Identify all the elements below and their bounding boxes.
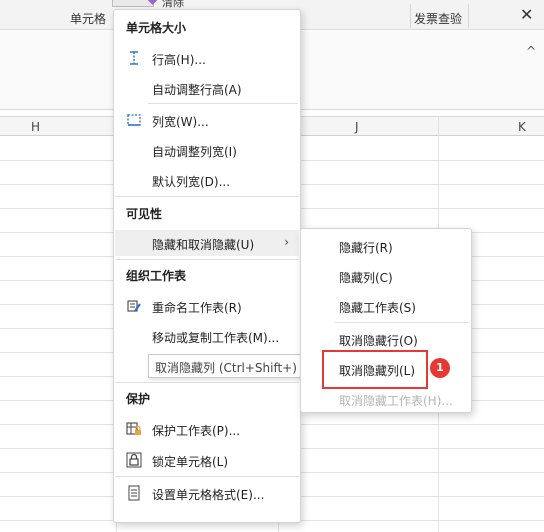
menu-divider [335, 322, 469, 323]
submenu-item-label: 隐藏行(R) [339, 241, 393, 255]
menu-item-rename-sheet[interactable]: 重命名工作表(R) [115, 293, 299, 319]
cells-group-label: 单元格 [70, 12, 107, 26]
submenu-item-hide-sheet[interactable]: 隐藏工作表(S) [302, 293, 470, 319]
column-header-j[interactable]: J [355, 120, 359, 134]
submenu-item-hide-rows[interactable]: 隐藏行(R) [302, 233, 470, 259]
protect-sheet-icon [126, 421, 142, 437]
group-divider [410, 4, 411, 28]
menu-divider [148, 103, 298, 104]
menu-item-label: 锁定单元格(L) [152, 455, 229, 469]
format-cells-icon [126, 485, 142, 501]
column-header-k[interactable]: K [518, 120, 526, 134]
menu-divider [115, 476, 299, 477]
menu-item-lock-cell[interactable]: 锁定单元格(L) [115, 447, 299, 473]
hide-unhide-submenu: 隐藏行(R) 隐藏列(C) 隐藏工作表(S) 取消隐藏行(O) 取消隐藏列(L)… [300, 228, 472, 413]
menu-item-label: 重命名工作表(R) [152, 301, 242, 315]
menu-item-default-width[interactable]: 默认列宽(D)... [115, 167, 299, 193]
menu-item-autofit-col[interactable]: 自动调整列宽(I) [115, 137, 299, 163]
invoice-check-label[interactable]: 发票查验 [414, 10, 462, 27]
submenu-item-label: 隐藏列(C) [339, 271, 393, 285]
menu-item-label: 移动或复制工作表(M)... [152, 331, 280, 345]
column-header-h[interactable]: H [31, 120, 40, 134]
submenu-item-hide-cols[interactable]: 隐藏列(C) [302, 263, 470, 289]
menu-item-row-height[interactable]: 行高(H)... [115, 45, 299, 71]
submenu-item-label: 取消隐藏行(O) [339, 334, 418, 348]
submenu-item-unhide-rows[interactable]: 取消隐藏行(O) [302, 326, 470, 352]
menu-item-label: 行高(H)... [152, 53, 206, 67]
menu-item-label: 自动调整行高(A) [152, 83, 242, 97]
menu-item-label: 设置单元格格式(E)... [152, 488, 265, 502]
submenu-item-label: 取消隐藏工作表(H)... [339, 394, 453, 408]
menu-item-col-width[interactable]: 列宽(W)... [115, 107, 299, 133]
lock-icon [126, 452, 142, 468]
section-cell-size: 单元格大小 [126, 21, 187, 35]
column-width-icon [126, 112, 142, 128]
menu-item-label: 隐藏和取消隐藏(U) [152, 238, 255, 252]
shortcut-tooltip: 取消隐藏列 (Ctrl+Shift+) ) [148, 354, 304, 378]
menu-item-label: 保护工作表(P)... [152, 424, 241, 438]
menu-item-label: 自动调整列宽(I) [152, 145, 237, 159]
menu-item-move-copy-sheet[interactable]: 移动或复制工作表(M)... [115, 323, 299, 349]
row-height-icon [126, 50, 142, 66]
menu-item-label: 默认列宽(D)... [152, 175, 231, 189]
rename-sheet-icon [126, 298, 142, 314]
submenu-item-unhide-sheet: 取消隐藏工作表(H)... [302, 386, 470, 412]
group-divider [468, 4, 469, 28]
menu-item-label: 列宽(W)... [152, 115, 209, 129]
highlight-box [322, 350, 428, 389]
submenu-item-label: 隐藏工作表(S) [339, 301, 416, 315]
step-badge: 1 [430, 358, 450, 378]
menu-divider [115, 196, 299, 197]
menu-divider [115, 259, 299, 260]
menu-item-format-cells[interactable]: 设置单元格格式(E)... [115, 480, 299, 506]
menu-item-hide-unhide[interactable]: 隐藏和取消隐藏(U) › [115, 230, 299, 256]
collapse-ribbon-icon[interactable]: ^ [526, 44, 536, 58]
format-context-menu: 单元格大小 行高(H)... 自动调整行高(A) 列宽(W)... 自动调整列宽… [113, 9, 301, 523]
section-visibility: 可见性 [126, 207, 163, 221]
menu-divider [115, 382, 299, 383]
close-icon[interactable]: ✕ [520, 5, 533, 24]
menu-item-protect-sheet[interactable]: 保护工作表(P)... [115, 416, 299, 442]
chevron-right-icon: › [284, 235, 289, 249]
section-protection: 保护 [126, 392, 151, 406]
section-organize-sheets: 组织工作表 [126, 269, 187, 283]
menu-item-autofit-row[interactable]: 自动调整行高(A) [115, 75, 299, 101]
